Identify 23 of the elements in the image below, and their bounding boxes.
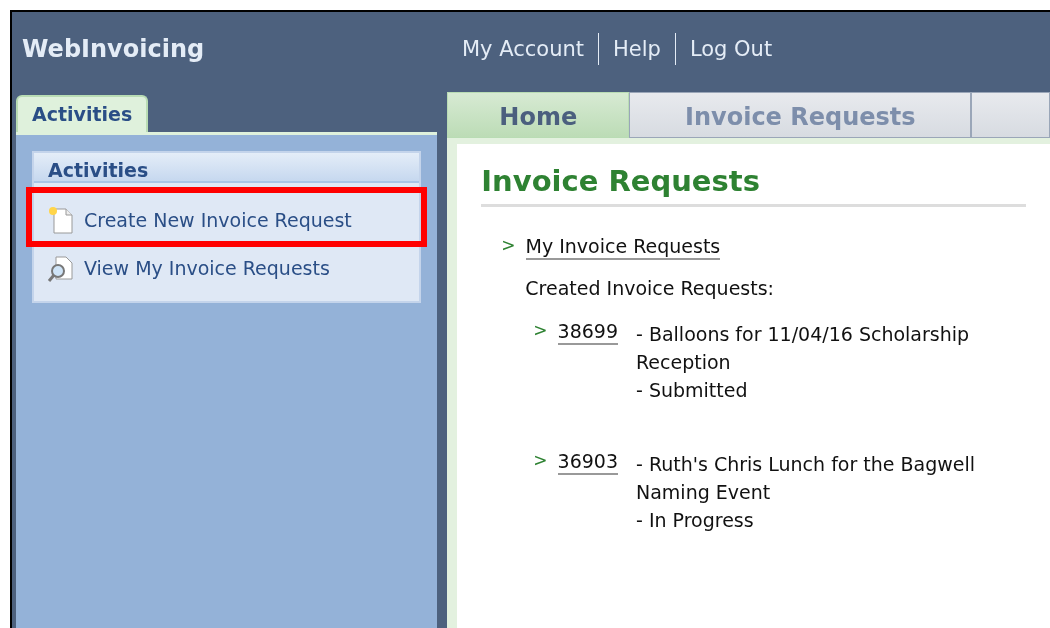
sidebar-item[interactable]: View My Invoice Requests bbox=[34, 247, 420, 289]
header-link[interactable]: My Account bbox=[452, 33, 598, 65]
link[interactable]: My Invoice Requests bbox=[525, 235, 721, 260]
request-description: - Ruth's Chris Lunch for the Bagwell Naming Event bbox=[636, 452, 977, 505]
bullet-arrow: > bbox=[501, 235, 516, 255]
bullet-arrow: > bbox=[533, 450, 548, 470]
request-number-link[interactable]: 36903 bbox=[557, 450, 618, 475]
app-title: WebInvoicing bbox=[21, 35, 206, 63]
page-heading: Invoice Requests bbox=[481, 164, 1026, 207]
panel-title: Activities bbox=[34, 153, 420, 183]
sidebar-item[interactable]: Create New Invoice Request bbox=[34, 199, 420, 241]
request-status: - Submitted bbox=[636, 378, 749, 403]
list-title: Created Invoice Requests: bbox=[525, 276, 775, 301]
tab[interactable]: Home bbox=[447, 92, 630, 138]
new-document-icon bbox=[46, 205, 76, 235]
request-number-link[interactable]: 38699 bbox=[557, 320, 618, 345]
request-description: - Balloons for 11/04/16 Scholarship Reception bbox=[636, 322, 971, 375]
header-link[interactable]: Help bbox=[598, 33, 675, 65]
bullet-arrow: > bbox=[533, 320, 548, 340]
sidebar-tab[interactable]: Activities bbox=[16, 95, 149, 132]
header-link[interactable]: Log Out bbox=[674, 33, 787, 65]
document-magnifier-icon bbox=[46, 253, 76, 283]
request-status: - In Progress bbox=[636, 508, 755, 533]
